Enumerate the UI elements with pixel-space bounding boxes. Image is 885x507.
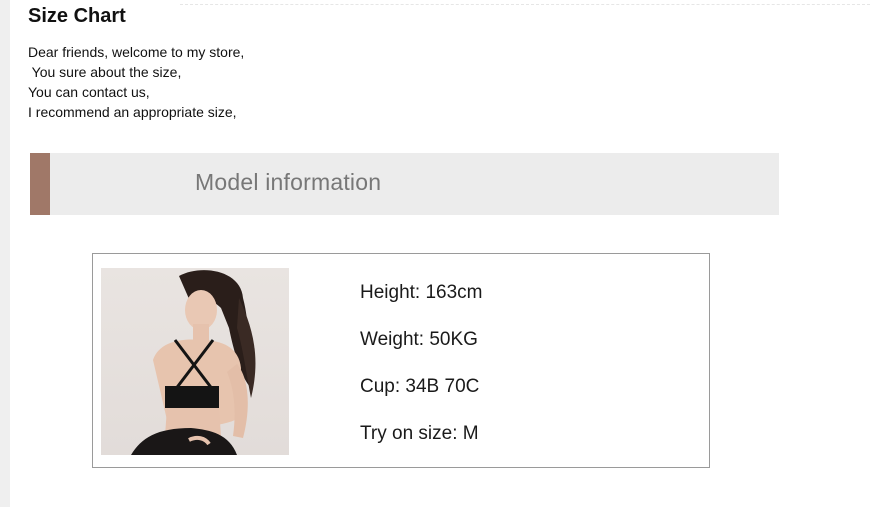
model-photo [101,268,289,455]
model-info-card: Height: 163cm Weight: 50KG Cup: 34B 70C … [92,253,710,468]
page-title: Size Chart [28,5,126,27]
model-details: Height: 163cm Weight: 50KG Cup: 34B 70C … [360,280,483,468]
model-weight: Weight: 50KG [360,329,478,350]
intro-line: You can contact us, [28,84,150,100]
model-photo-illustration [131,270,256,455]
model-height: Height: 163cm [360,282,483,303]
model-cup: Cup: 34B 70C [360,376,480,397]
banner-title: Model information [195,169,382,195]
banner-accent-bar [30,153,50,215]
intro-line: I recommend an appropriate size, [28,104,237,120]
top-divider [180,4,870,5]
intro-text: Dear friends, welcome to my store, You s… [28,42,244,122]
intro-line: You sure about the size, [28,64,182,80]
model-info-banner: Model information [30,153,779,215]
model-try-on-size: Try on size: M [360,423,479,444]
intro-line: Dear friends, welcome to my store, [28,44,245,60]
left-margin-strip [0,0,10,507]
